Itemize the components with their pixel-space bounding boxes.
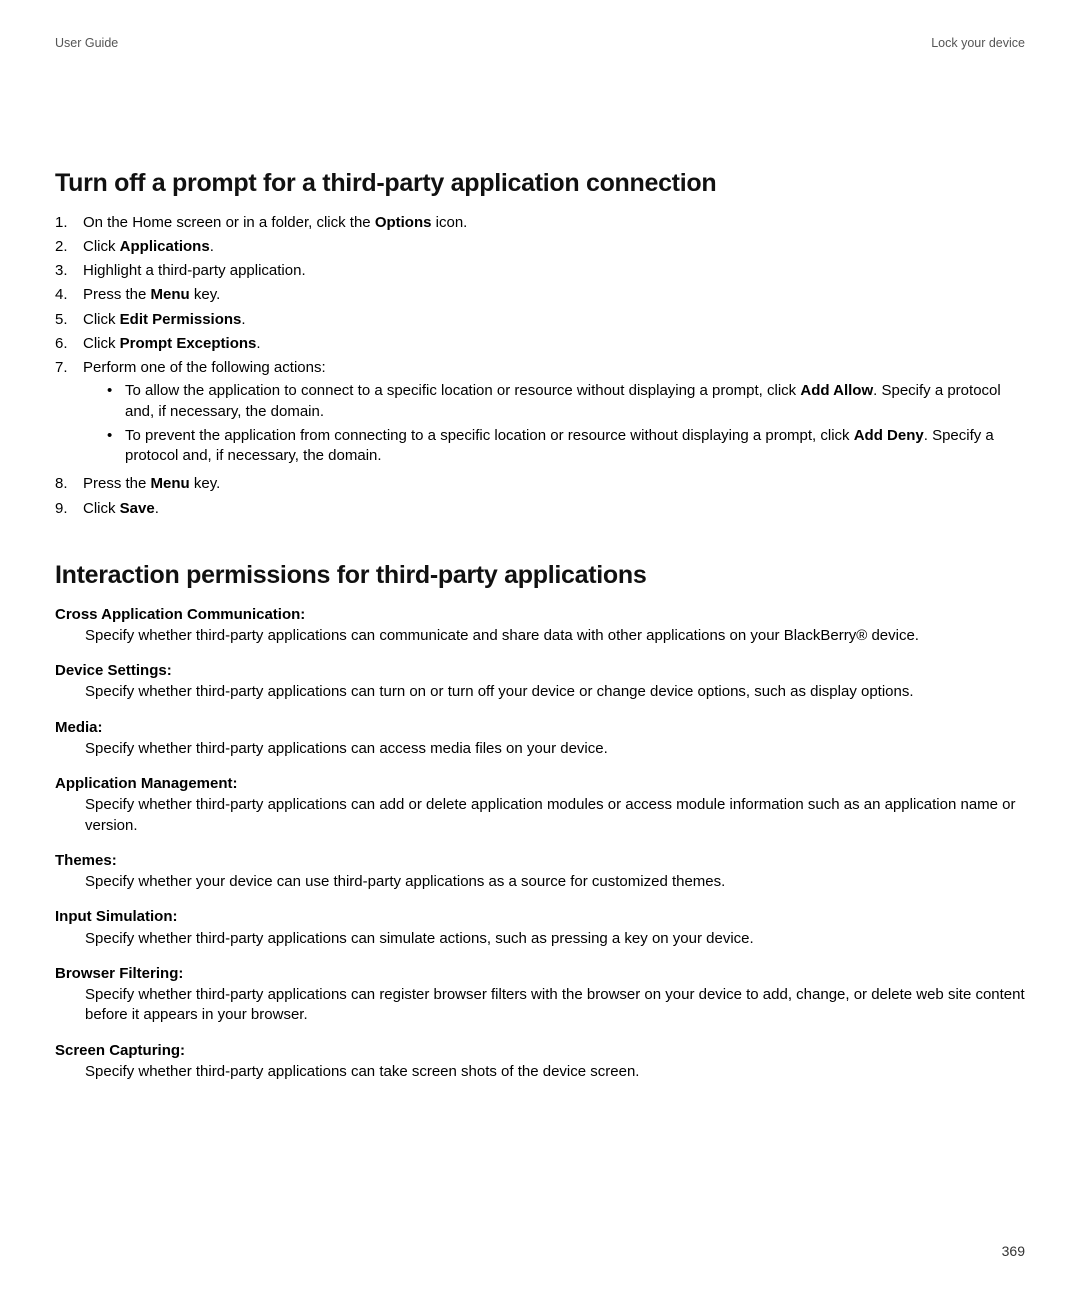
definition-term: Screen Capturing: — [55, 1041, 1025, 1061]
step-item: 3.Highlight a third-party application. — [55, 261, 1025, 281]
step-text-bold: Prompt Exceptions — [120, 335, 257, 352]
step-text: Perform one of the following actions: — [83, 358, 1025, 378]
definition-term: Input Simulation: — [55, 907, 1025, 927]
definitions-list: Cross Application Communication:Specify … — [55, 605, 1025, 1083]
step-content: Perform one of the following actions: To … — [83, 358, 1025, 470]
step-content: Click Edit Permissions. — [83, 310, 1025, 330]
step-text-bold: Menu — [151, 475, 190, 492]
step-text-post: . — [256, 335, 260, 352]
step-number: 3. — [55, 261, 83, 281]
step-number: 2. — [55, 237, 83, 257]
step-text-pre: Click — [83, 500, 120, 517]
step-content: Click Save. — [83, 499, 1025, 519]
definition-block: Input Simulation:Specify whether third-p… — [55, 907, 1025, 949]
step-text: Click Prompt Exceptions. — [83, 334, 1025, 354]
definition-term: Browser Filtering: — [55, 964, 1025, 984]
sub-text-bold: Add Deny — [854, 427, 924, 444]
step-text-post: key. — [190, 286, 221, 303]
sub-item: To prevent the application from connecti… — [107, 426, 1025, 467]
step-number: 1. — [55, 213, 83, 233]
step-text-pre: Press the — [83, 475, 151, 492]
step-text: Press the Menu key. — [83, 474, 1025, 494]
section1-title: Turn off a prompt for a third-party appl… — [55, 167, 1025, 201]
definition-description: Specify whether third-party applications… — [55, 682, 1025, 702]
section2-title: Interaction permissions for third-party … — [55, 559, 1025, 593]
step-item: 5.Click Edit Permissions. — [55, 310, 1025, 330]
step-text-bold: Edit Permissions — [120, 311, 242, 328]
step-text: Highlight a third-party application. — [83, 261, 1025, 281]
definition-description: Specify whether third-party applications… — [55, 739, 1025, 759]
step-text-bold: Options — [375, 214, 432, 231]
definition-block: Cross Application Communication:Specify … — [55, 605, 1025, 647]
step-content: Press the Menu key. — [83, 285, 1025, 305]
sub-text-pre: To allow the application to connect to a… — [125, 382, 800, 399]
step-text-bold: Save — [120, 500, 155, 517]
definition-term: Cross Application Communication: — [55, 605, 1025, 625]
step-text: Press the Menu key. — [83, 285, 1025, 305]
sub-text-pre: To prevent the application from connecti… — [125, 427, 854, 444]
steps-list: 1.On the Home screen or in a folder, cli… — [55, 213, 1025, 519]
definition-block: Browser Filtering:Specify whether third-… — [55, 964, 1025, 1026]
step-content: Highlight a third-party application. — [83, 261, 1025, 281]
definition-description: Specify whether third-party applications… — [55, 929, 1025, 949]
step-text-post: . — [155, 500, 159, 517]
step-number: 7. — [55, 358, 83, 378]
step-text-pre: Perform one of the following actions: — [83, 359, 326, 376]
step-text-post: . — [241, 311, 245, 328]
step-item: 1.On the Home screen or in a folder, cli… — [55, 213, 1025, 233]
step-item: 6.Click Prompt Exceptions. — [55, 334, 1025, 354]
sub-item: To allow the application to connect to a… — [107, 381, 1025, 422]
sub-list: To allow the application to connect to a… — [107, 381, 1025, 466]
step-content: On the Home screen or in a folder, click… — [83, 213, 1025, 233]
step-text-post: icon. — [431, 214, 467, 231]
step-text-bold: Applications — [120, 238, 210, 255]
step-text-pre: Press the — [83, 286, 151, 303]
step-text: On the Home screen or in a folder, click… — [83, 213, 1025, 233]
header-right: Lock your device — [931, 35, 1025, 52]
step-content: Click Prompt Exceptions. — [83, 334, 1025, 354]
step-number: 9. — [55, 499, 83, 519]
step-item: 7.Perform one of the following actions: T… — [55, 358, 1025, 470]
definition-description: Specify whether your device can use thir… — [55, 872, 1025, 892]
definition-description: Specify whether third-party applications… — [55, 985, 1025, 1026]
step-number: 6. — [55, 334, 83, 354]
definition-block: Themes:Specify whether your device can u… — [55, 851, 1025, 893]
step-text-pre: Click — [83, 335, 120, 352]
header-left: User Guide — [55, 35, 118, 52]
step-item: 4.Press the Menu key. — [55, 285, 1025, 305]
definition-description: Specify whether third-party applications… — [55, 626, 1025, 646]
step-number: 4. — [55, 285, 83, 305]
step-text-post: . — [210, 238, 214, 255]
definition-term: Themes: — [55, 851, 1025, 871]
step-text-pre: Click — [83, 311, 120, 328]
step-content: Press the Menu key. — [83, 474, 1025, 494]
sub-text-bold: Add Allow — [800, 382, 873, 399]
definition-description: Specify whether third-party applications… — [55, 1062, 1025, 1082]
page-number: 369 — [1002, 1242, 1025, 1261]
step-content: Click Applications. — [83, 237, 1025, 257]
step-text-pre: Highlight a third-party application. — [83, 262, 306, 279]
step-text: Click Save. — [83, 499, 1025, 519]
step-item: 2.Click Applications. — [55, 237, 1025, 257]
step-item: 8.Press the Menu key. — [55, 474, 1025, 494]
step-number: 8. — [55, 474, 83, 494]
step-text-post: key. — [190, 475, 221, 492]
definition-block: Screen Capturing:Specify whether third-p… — [55, 1041, 1025, 1083]
definition-term: Media: — [55, 718, 1025, 738]
definition-term: Device Settings: — [55, 661, 1025, 681]
definition-term: Application Management: — [55, 774, 1025, 794]
definition-block: Application Management:Specify whether t… — [55, 774, 1025, 836]
step-text-bold: Menu — [151, 286, 190, 303]
definition-block: Device Settings:Specify whether third-pa… — [55, 661, 1025, 703]
step-text-pre: On the Home screen or in a folder, click… — [83, 214, 375, 231]
page-header: User Guide Lock your device — [55, 35, 1025, 52]
step-text: Click Edit Permissions. — [83, 310, 1025, 330]
step-text: Click Applications. — [83, 237, 1025, 257]
definition-block: Media:Specify whether third-party applic… — [55, 718, 1025, 760]
step-text-pre: Click — [83, 238, 120, 255]
definition-description: Specify whether third-party applications… — [55, 795, 1025, 836]
step-number: 5. — [55, 310, 83, 330]
step-item: 9.Click Save. — [55, 499, 1025, 519]
